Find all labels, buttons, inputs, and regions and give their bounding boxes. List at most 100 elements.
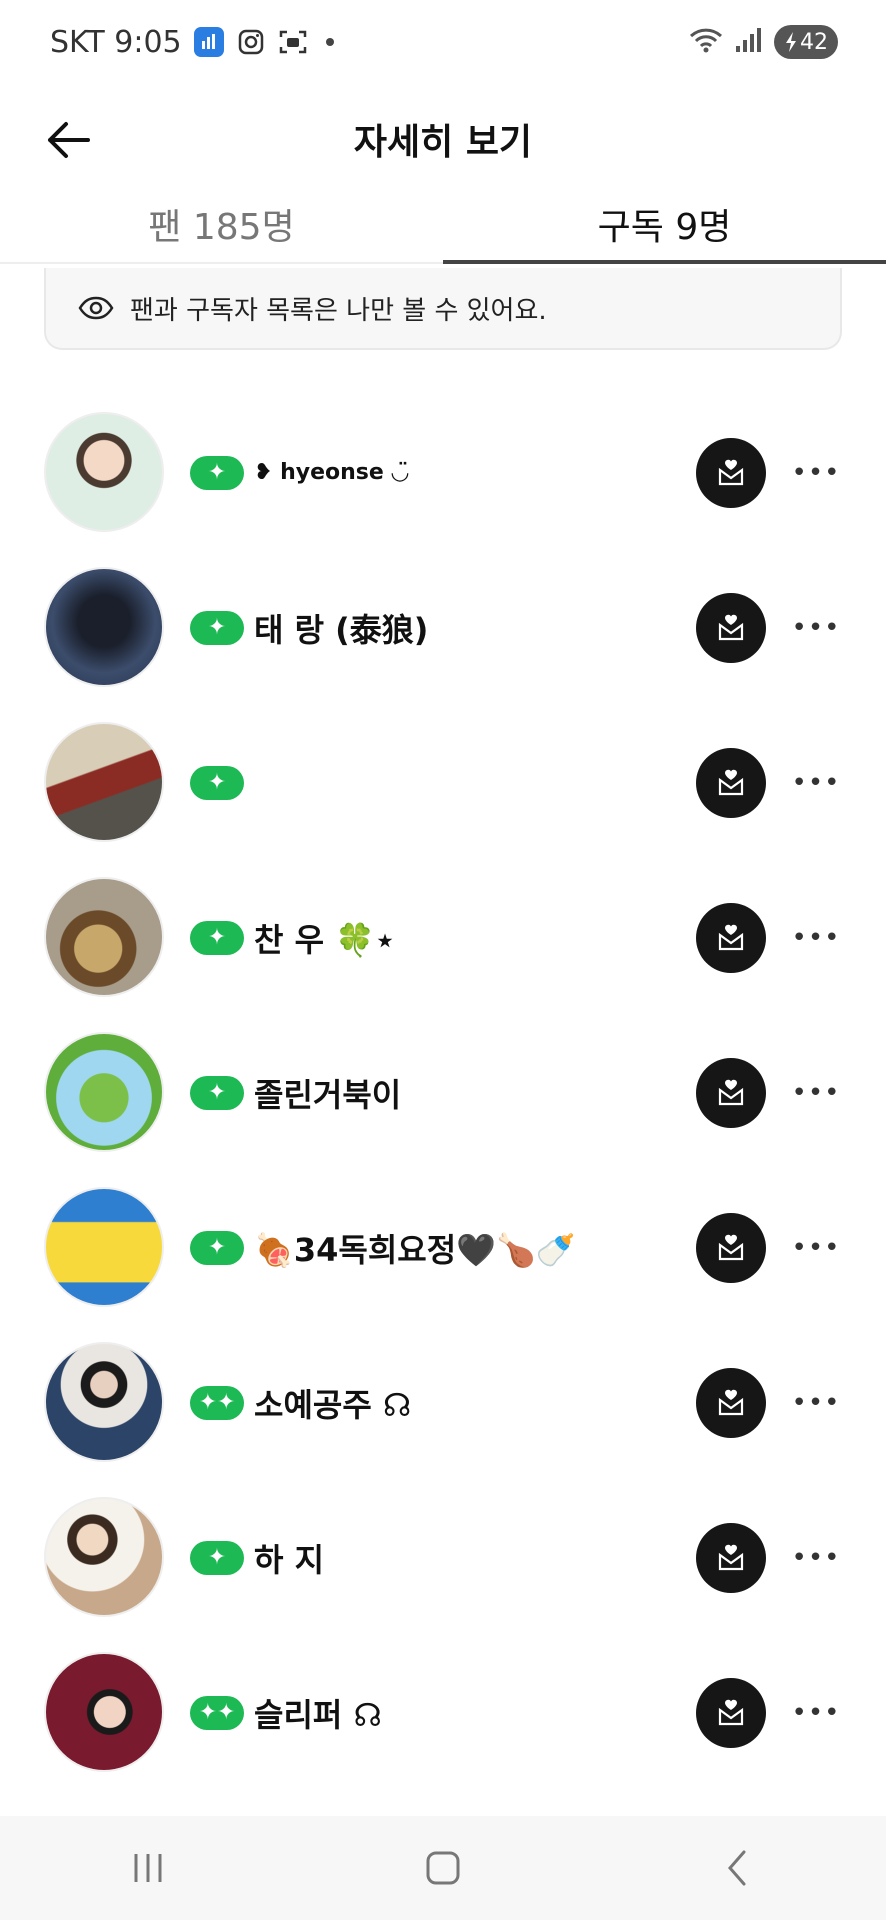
- message-button[interactable]: [696, 593, 766, 663]
- plus-badge-icon: ✦: [190, 1230, 244, 1265]
- plus-badge-icon: ✦: [190, 920, 244, 955]
- privacy-notice: 팬과 구독자 목록은 나만 볼 수 있어요.: [44, 268, 842, 350]
- header: 자세히 보기: [0, 84, 886, 194]
- more-options-button[interactable]: •••: [792, 766, 840, 800]
- list-item[interactable]: ✦ 🍖34독희요정🖤🍗🍼 •••: [0, 1175, 886, 1330]
- more-options-button[interactable]: •••: [792, 1231, 840, 1265]
- row-label: ✦ ❥ hyeonse ◡̈: [190, 400, 408, 545]
- plus-badge-icon: ✦: [190, 1075, 244, 1110]
- recent-apps-button[interactable]: [108, 1828, 188, 1908]
- user-name[interactable]: 소예공주 ☊: [254, 1380, 411, 1426]
- tab-fans[interactable]: 팬 185명: [0, 194, 443, 262]
- avatar[interactable]: [44, 567, 164, 687]
- system-nav-bar: [0, 1816, 886, 1920]
- home-icon: [426, 1851, 460, 1885]
- plus-badge-icon: ✦✦: [190, 1385, 244, 1420]
- more-options-button[interactable]: •••: [792, 1386, 840, 1420]
- heart-envelope-icon: [718, 1389, 744, 1416]
- battery-level: 42: [800, 29, 828, 55]
- more-options-button[interactable]: •••: [792, 921, 840, 955]
- carrier-time: SKT 9:05: [50, 24, 182, 60]
- message-button[interactable]: [696, 1523, 766, 1593]
- row-label: ✦ 졸린거북이: [190, 1020, 401, 1165]
- avatar[interactable]: [44, 412, 164, 532]
- eye-icon: [78, 296, 114, 320]
- more-horizontal-icon: •••: [791, 923, 841, 953]
- back-button[interactable]: [40, 112, 96, 168]
- more-horizontal-icon: •••: [791, 1698, 841, 1728]
- message-button[interactable]: [696, 1058, 766, 1128]
- active-tab-indicator: [443, 260, 886, 264]
- status-right: 42: [688, 25, 838, 59]
- list-item[interactable]: ✦ ❥ hyeonse ◡̈ •••: [0, 400, 886, 555]
- user-name[interactable]: 슬리퍼 ☊: [254, 1690, 382, 1736]
- plus-badge-icon: ✦✦: [190, 1695, 244, 1730]
- signal-icon: [734, 26, 764, 58]
- avatar[interactable]: [44, 1187, 164, 1307]
- status-left: SKT 9:05: [50, 25, 334, 60]
- avatar[interactable]: [44, 1032, 164, 1152]
- avatar[interactable]: [44, 1652, 164, 1772]
- more-horizontal-icon: •••: [791, 1233, 841, 1263]
- user-name[interactable]: 졸린거북이: [254, 1070, 401, 1116]
- more-options-button[interactable]: •••: [792, 456, 840, 490]
- more-horizontal-icon: •••: [791, 1078, 841, 1108]
- arrow-left-icon: [48, 122, 90, 158]
- plus-badge-icon: ✦: [190, 1540, 244, 1575]
- list-item[interactable]: ✦✦ 소예공주 ☊ •••: [0, 1330, 886, 1485]
- more-options-button[interactable]: •••: [792, 1076, 840, 1110]
- user-name[interactable]: 🍖34독희요정🖤🍗🍼: [254, 1225, 576, 1271]
- user-name[interactable]: 찬 우 🍀⋆: [254, 915, 395, 961]
- message-button[interactable]: [696, 1368, 766, 1438]
- screenshot-icon: [278, 27, 308, 57]
- list-item[interactable]: ✦ 찬 우 🍀⋆ •••: [0, 865, 886, 1020]
- battery-icon: 42: [774, 25, 838, 59]
- back-chevron-icon: [728, 1850, 746, 1886]
- more-horizontal-icon: •••: [791, 768, 841, 798]
- more-horizontal-icon: •••: [791, 613, 841, 643]
- tab-subscriptions[interactable]: 구독 9명: [443, 194, 886, 262]
- system-back-button[interactable]: [698, 1828, 778, 1908]
- message-button[interactable]: [696, 1213, 766, 1283]
- more-options-button[interactable]: •••: [792, 1696, 840, 1730]
- avatar[interactable]: [44, 1342, 164, 1462]
- heart-envelope-icon: [718, 1234, 744, 1261]
- list-item[interactable]: ✦ •••: [0, 710, 886, 865]
- home-button[interactable]: [403, 1828, 483, 1908]
- heart-envelope-icon: [718, 459, 744, 486]
- heart-envelope-icon: [718, 769, 744, 796]
- more-horizontal-icon: •••: [791, 458, 841, 488]
- avatar[interactable]: [44, 877, 164, 997]
- more-options-button[interactable]: •••: [792, 611, 840, 645]
- user-name[interactable]: 하 지: [254, 1535, 324, 1581]
- app-notification-icon: [193, 27, 224, 57]
- avatar[interactable]: [44, 722, 164, 842]
- plus-badge-icon: ✦: [190, 765, 244, 800]
- list-item[interactable]: ✦ 태 랑 (泰狼) •••: [0, 555, 886, 710]
- row-label: ✦ 태 랑 (泰狼): [190, 555, 428, 700]
- list-item[interactable]: ✦ 졸린거북이 •••: [0, 1020, 886, 1175]
- plus-badge-icon: ✦: [190, 455, 244, 490]
- more-horizontal-icon: •••: [791, 1388, 841, 1418]
- recent-apps-icon: [134, 1854, 162, 1882]
- message-button[interactable]: [696, 748, 766, 818]
- heart-envelope-icon: [718, 1079, 744, 1106]
- heart-envelope-icon: [718, 1544, 744, 1571]
- message-button[interactable]: [696, 903, 766, 973]
- row-label: ✦: [190, 710, 254, 855]
- message-button[interactable]: [696, 438, 766, 508]
- user-name[interactable]: ❥ hyeonse ◡̈: [254, 460, 408, 485]
- row-label: ✦ 🍖34독희요정🖤🍗🍼: [190, 1175, 576, 1320]
- list-item[interactable]: ✦✦ 슬리퍼 ☊ •••: [0, 1640, 886, 1795]
- heart-envelope-icon: [718, 1699, 744, 1726]
- message-button[interactable]: [696, 1678, 766, 1748]
- row-label: ✦✦ 슬리퍼 ☊: [190, 1640, 382, 1785]
- user-name[interactable]: 태 랑 (泰狼): [254, 605, 428, 651]
- heart-envelope-icon: [718, 614, 744, 641]
- notification-dot-icon: [325, 38, 334, 46]
- more-options-button[interactable]: •••: [792, 1541, 840, 1575]
- avatar[interactable]: [44, 1497, 164, 1617]
- list-item[interactable]: ✦ 하 지 •••: [0, 1485, 886, 1640]
- more-horizontal-icon: •••: [791, 1543, 841, 1573]
- plus-badge-icon: ✦: [190, 610, 244, 645]
